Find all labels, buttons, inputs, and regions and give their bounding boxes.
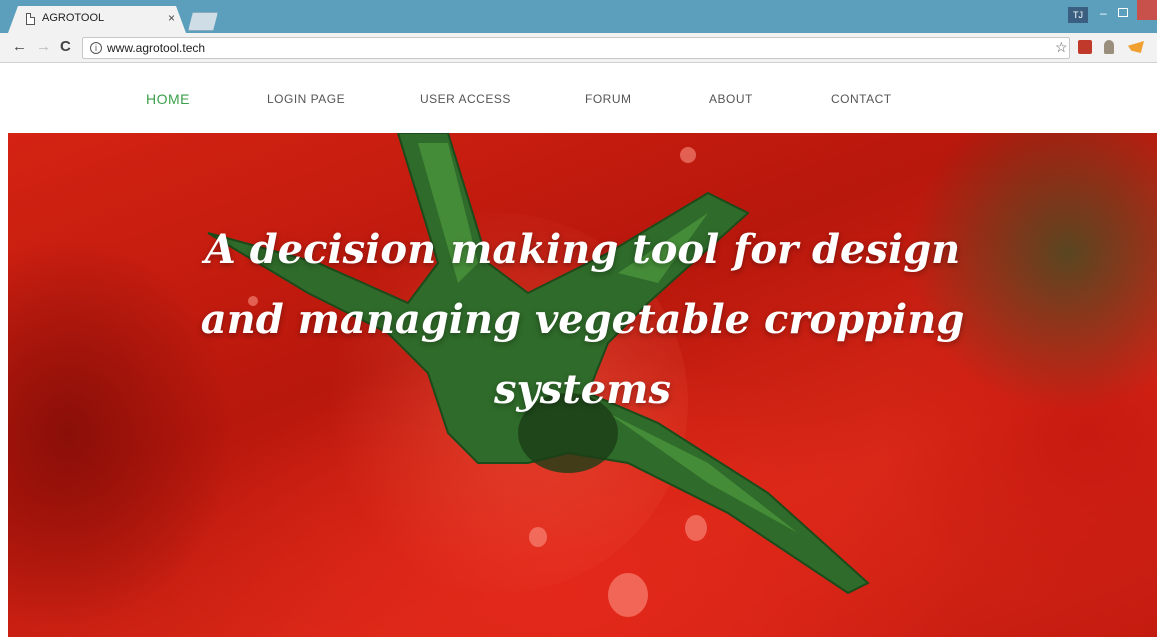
- forward-icon[interactable]: →: [36, 38, 51, 56]
- extension-icon-red[interactable]: [1078, 40, 1092, 54]
- extension-icon-gray[interactable]: [1104, 40, 1114, 54]
- hero-heading-line: and managing vegetable cropping: [200, 296, 965, 343]
- hero-heading-line: systems: [493, 366, 672, 413]
- tab-close-icon[interactable]: ×: [168, 11, 175, 25]
- back-icon[interactable]: ←: [12, 38, 27, 56]
- tab-title: AGROTOOL: [42, 12, 105, 24]
- reload-icon[interactable]: C: [60, 38, 71, 56]
- browser-tabstrip: AGROTOOL × TJ –: [0, 0, 1157, 33]
- minimize-icon[interactable]: –: [1100, 6, 1107, 20]
- site-navigation: HOME LOGIN PAGE USER ACCESS FORUM ABOUT …: [0, 63, 1157, 133]
- nav-login-page[interactable]: LOGIN PAGE: [267, 92, 345, 106]
- maximize-icon[interactable]: [1118, 8, 1128, 17]
- url-text[interactable]: www.agrotool.tech: [107, 41, 205, 55]
- page-icon: [26, 13, 35, 25]
- browser-toolbar: ← → C i www.agrotool.tech ☆: [0, 33, 1157, 63]
- nav-user-access[interactable]: USER ACCESS: [420, 92, 511, 106]
- nav-about[interactable]: ABOUT: [709, 92, 753, 106]
- hero-heading-line: A decision making tool for design: [204, 226, 961, 273]
- hero-banner: A decision making tool for design and ma…: [8, 133, 1157, 637]
- new-tab-button[interactable]: [188, 12, 218, 31]
- nav-contact[interactable]: CONTACT: [831, 92, 892, 106]
- hero-heading: A decision making tool for design and ma…: [8, 215, 1157, 425]
- nav-home[interactable]: HOME: [146, 91, 190, 107]
- address-bar[interactable]: i www.agrotool.tech ☆: [82, 37, 1070, 59]
- browser-tab[interactable]: AGROTOOL ×: [8, 6, 186, 33]
- nav-forum[interactable]: FORUM: [585, 92, 632, 106]
- close-window-icon[interactable]: [1137, 0, 1157, 20]
- info-icon[interactable]: i: [90, 42, 102, 54]
- profile-button[interactable]: TJ: [1068, 7, 1088, 23]
- bookmark-star-icon[interactable]: ☆: [1055, 39, 1068, 56]
